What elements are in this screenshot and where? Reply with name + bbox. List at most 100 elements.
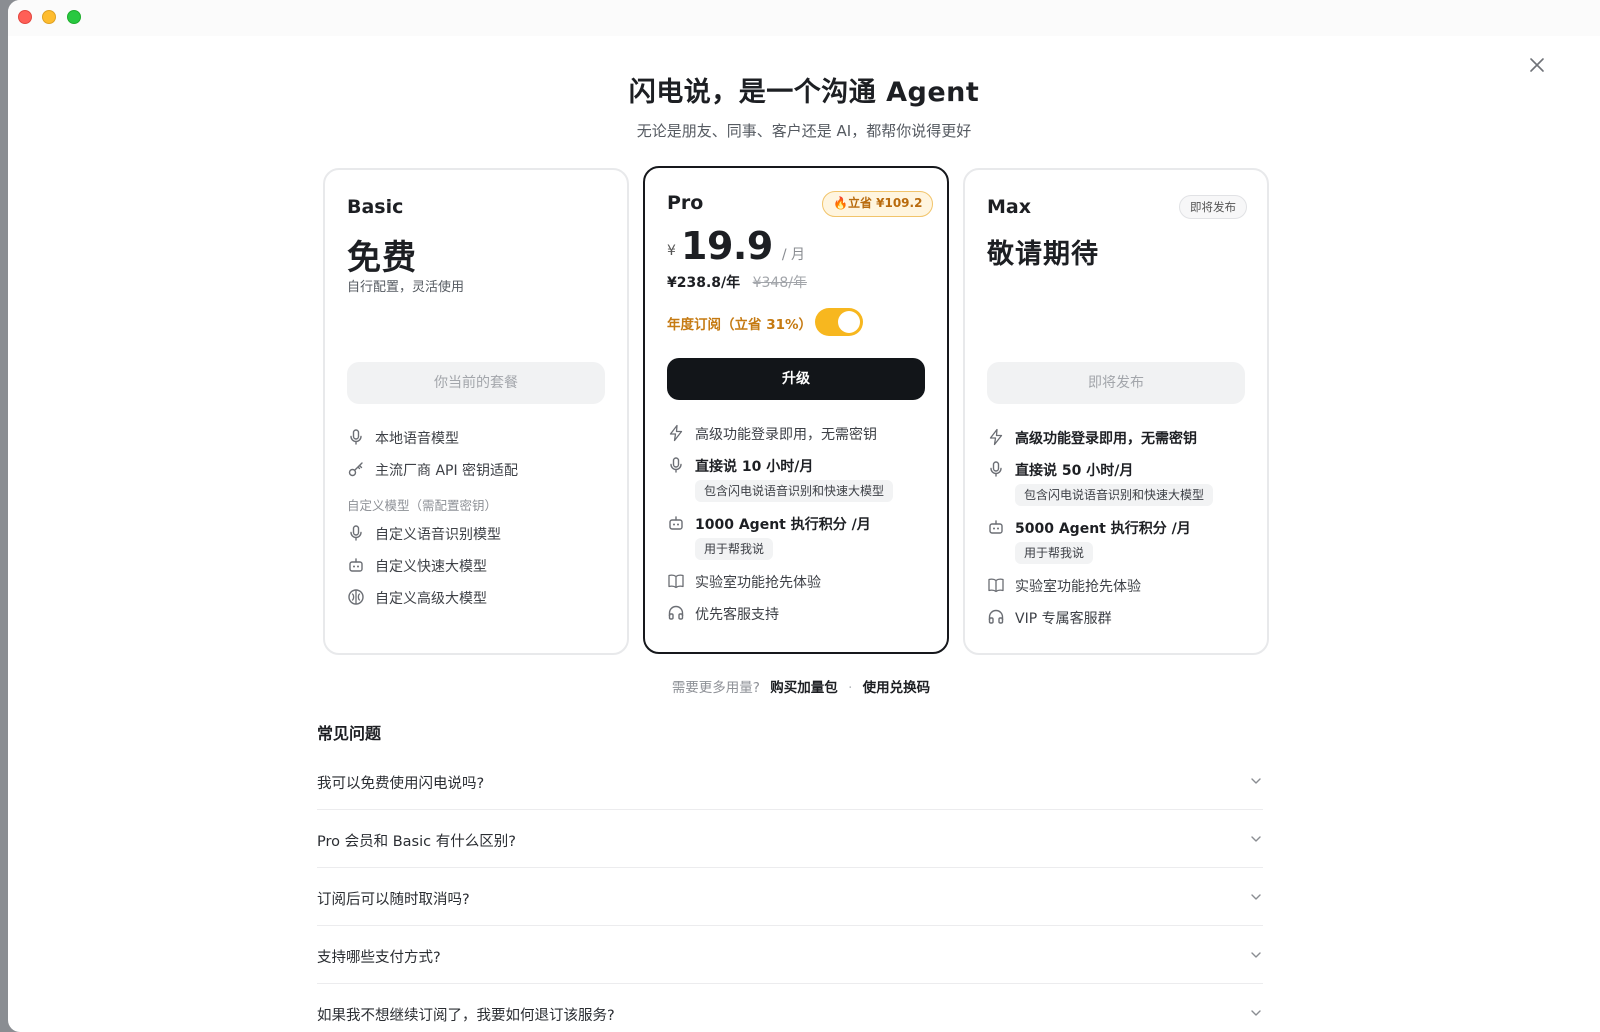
plan-card-basic: Basic 免费 自行配置，灵活使用 你当前的套餐 本地语音模型 主流厂商 AP… (323, 168, 629, 655)
bot-icon (349, 558, 363, 572)
feature-label: 自定义高级大模型 (375, 591, 487, 607)
bolt-icon (989, 428, 1003, 446)
page-title: 闪电说，是一个沟通 Agent (628, 77, 980, 108)
title-bar (8, 0, 1600, 36)
yearly-original-price: ¥348/年 (752, 275, 807, 291)
faq-item[interactable]: 支持哪些支付方式? (317, 926, 1263, 984)
feature-item: 直接说 50 小时/月 (987, 458, 1257, 482)
feature-label: 主流厂商 API 密钥适配 (375, 463, 519, 479)
feature-item: 高级功能登录即用，无需密钥 (987, 426, 1257, 450)
price-row: ¥ 19.9 / 月 (667, 224, 805, 268)
window-zoom-button[interactable] (67, 10, 81, 24)
feature-chip: 包含闪电说语音识别和快速大模型 (1015, 484, 1214, 506)
feature-item: 5000 Agent 执行积分 /月 (987, 516, 1257, 540)
price-value: 19.9 (681, 224, 773, 268)
more-usage-row: 需要更多用量? 购买加量包 · 使用兑换码 (8, 676, 1600, 696)
faq-title: 常见问题 (317, 724, 382, 743)
redeem-code-link[interactable]: 使用兑换码 (863, 680, 931, 696)
feature-item: 实验室功能抢先体验 (987, 574, 1257, 598)
feature-item: 自定义高级大模型 (347, 586, 617, 610)
feature-label: 1000 Agent 执行积分 /月 (695, 517, 871, 533)
feature-chip: 包含闪电说语音识别和快速大模型 (695, 480, 894, 502)
feature-label: 高级功能登录即用，无需密钥 (1015, 431, 1197, 447)
feature-item: 实验室功能抢先体验 (667, 570, 937, 594)
page-subtitle: 无论是朋友、同事、客户还是 AI，都帮你说得更好 (636, 122, 972, 140)
window-close-button[interactable] (18, 10, 32, 24)
faq-question: 如果我不想继续订阅了，我要如何退订该服务? (317, 1008, 615, 1024)
mic-icon (990, 461, 1002, 477)
feature-item: 1000 Agent 执行积分 /月 (667, 512, 937, 536)
feature-item: 自定义语音识别模型 (347, 522, 617, 546)
plan-card-max: Max 即将发布 敬请期待 即将发布 高级功能登录即用，无需密钥 直接说 50 … (963, 168, 1269, 655)
upgrade-button[interactable]: 升级 (667, 358, 925, 400)
brain-icon (348, 589, 364, 605)
faq-question: 支持哪些支付方式? (317, 950, 441, 966)
feature-label: 实验室功能抢先体验 (695, 575, 821, 591)
chevron-down-icon (1251, 952, 1261, 958)
bot-icon (989, 520, 1003, 534)
savings-badge: 🔥立省 ¥109.2 (822, 191, 934, 217)
feature-label: VIP 专属客服群 (1015, 611, 1112, 627)
plan-name: Max (987, 196, 1031, 218)
separator: · (848, 680, 853, 696)
faq-question: Pro 会员和 Basic 有什么区别? (317, 834, 516, 850)
feature-label: 本地语音模型 (375, 431, 459, 447)
mic-icon (350, 429, 362, 445)
feature-chip: 用于帮我说 (1015, 542, 1094, 564)
faq-item[interactable]: Pro 会员和 Basic 有什么区别? (317, 810, 1263, 868)
feature-label: 直接说 10 小时/月 (695, 459, 814, 475)
toggle-knob (838, 311, 860, 333)
feature-item: 主流厂商 API 密钥适配 (347, 458, 617, 482)
plan-card-pro: Pro 🔥立省 ¥109.2 ¥ 19.9 / 月 ¥238.8/年 ¥348/… (643, 166, 949, 654)
feature-item: 自定义快速大模型 (347, 554, 617, 578)
book-icon (668, 574, 684, 589)
chevron-down-icon (1251, 894, 1261, 900)
feature-label: 直接说 50 小时/月 (1015, 463, 1134, 479)
bolt-icon (669, 424, 683, 442)
feature-label: 高级功能登录即用，无需密钥 (695, 427, 877, 443)
faq-item[interactable]: 我可以免费使用闪电说吗? (317, 752, 1263, 810)
plan-name: Basic (347, 196, 404, 218)
coming-soon-button: 即将发布 (987, 362, 1245, 404)
app-window: 闪电说，是一个沟通 Agent 无论是朋友、同事、客户还是 AI，都帮你说得更好… (8, 0, 1600, 1032)
plan-price: 敬请期待 (987, 239, 1099, 270)
price-unit: / 月 (781, 247, 806, 263)
chevron-down-icon (1251, 836, 1261, 842)
plan-name: Pro (667, 192, 704, 214)
coming-soon-badge: 即将发布 (1179, 195, 1247, 219)
yearly-price-row: ¥238.8/年 ¥348/年 (667, 272, 807, 292)
plan-tagline: 自行配置，灵活使用 (347, 280, 465, 295)
feature-label: 实验室功能抢先体验 (1015, 579, 1141, 595)
key-icon (348, 462, 363, 477)
yearly-price: ¥238.8/年 (667, 275, 741, 291)
mic-icon (670, 457, 682, 473)
faq-question: 我可以免费使用闪电说吗? (317, 776, 485, 792)
more-usage-question: 需要更多用量? (671, 680, 760, 696)
bot-icon (669, 516, 683, 530)
feature-item: 本地语音模型 (347, 426, 617, 450)
annual-toggle[interactable] (815, 308, 863, 336)
faq-item[interactable]: 如果我不想继续订阅了，我要如何退订该服务? (317, 984, 1263, 1032)
headset-icon (668, 605, 684, 620)
annual-subscription-label: 年度订阅（立省 31%） (667, 317, 813, 333)
chevron-down-icon (1251, 1010, 1261, 1016)
feature-label: 优先客服支持 (695, 607, 779, 623)
feature-item: 优先客服支持 (667, 602, 937, 626)
feature-item: 直接说 10 小时/月 (667, 454, 937, 478)
feature-chip: 用于帮我说 (695, 538, 774, 560)
mic-icon (350, 525, 362, 541)
faq-question: 订阅后可以随时取消吗? (317, 892, 470, 908)
book-icon (988, 578, 1004, 593)
faq-item[interactable]: 订阅后可以随时取消吗? (317, 868, 1263, 926)
chevron-down-icon (1251, 778, 1261, 784)
buy-pack-link[interactable]: 购买加量包 (770, 680, 838, 696)
feature-item: VIP 专属客服群 (987, 606, 1257, 630)
plan-price: 免费 (347, 238, 417, 278)
headset-icon (988, 609, 1004, 624)
feature-item: 高级功能登录即用，无需密钥 (667, 422, 937, 446)
window-minimize-button[interactable] (42, 10, 56, 24)
custom-models-note: 自定义模型（需配置密钥） (347, 498, 498, 513)
feature-label: 自定义语音识别模型 (375, 527, 501, 543)
price-currency: ¥ (667, 243, 676, 259)
current-plan-button: 你当前的套餐 (347, 362, 605, 404)
